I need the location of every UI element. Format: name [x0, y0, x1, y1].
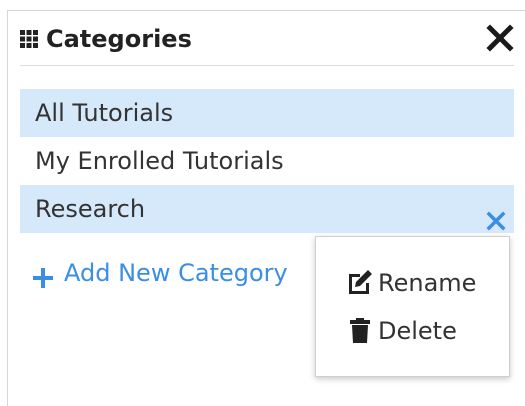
close-icon[interactable] — [486, 24, 514, 52]
category-list: All Tutorials My Enrolled Tutorials Rese… — [20, 89, 514, 233]
menu-item-delete[interactable]: Delete — [346, 311, 457, 351]
panel-title: Categories — [46, 25, 192, 53]
panel-header: Categories — [20, 11, 514, 66]
plus-icon — [32, 261, 54, 288]
category-label: All Tutorials — [35, 99, 174, 127]
category-item-all-tutorials[interactable]: All Tutorials — [20, 89, 514, 137]
menu-item-label: Delete — [378, 317, 457, 345]
category-label: Research — [35, 195, 146, 223]
remove-icon[interactable] — [486, 199, 506, 231]
category-label: My Enrolled Tutorials — [35, 147, 284, 175]
add-new-category-label: Add New Category — [64, 259, 288, 287]
menu-item-rename[interactable]: Rename — [346, 263, 476, 303]
menu-item-label: Rename — [378, 269, 477, 297]
category-item-research[interactable]: Research — [20, 185, 514, 233]
edit-icon — [346, 268, 374, 296]
context-menu: Rename Delete — [315, 236, 510, 377]
trash-icon — [346, 316, 374, 344]
grid-icon — [20, 30, 38, 48]
add-new-category-link[interactable]: Add New Category — [32, 253, 288, 293]
category-item-my-enrolled-tutorials[interactable]: My Enrolled Tutorials — [20, 137, 514, 185]
